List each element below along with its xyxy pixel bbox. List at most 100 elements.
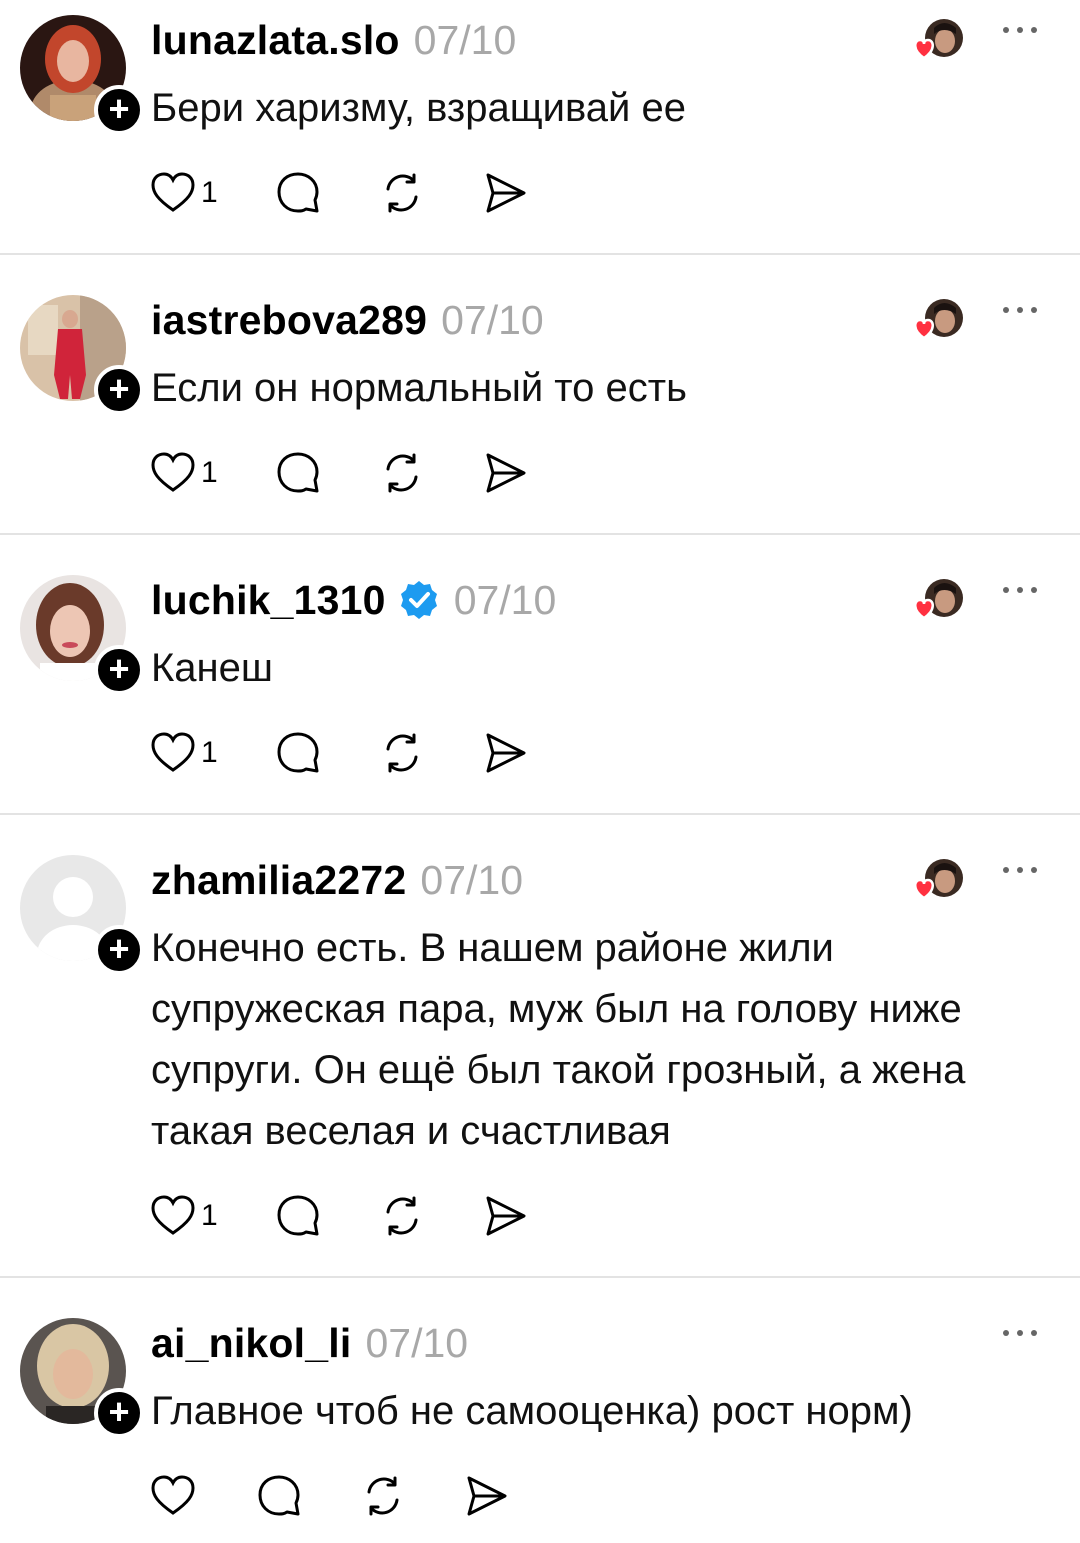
more-dots-icon[interactable] — [1000, 18, 1040, 42]
comment-post: + ai_nikol_li 07/10 Главное чтоб не само… — [0, 1303, 1080, 1543]
like-button[interactable]: 1 — [151, 731, 218, 775]
comment-post: + luchik_1310 07/10 Канеш 1 — [0, 560, 1080, 813]
comment-bubble-icon — [277, 172, 319, 213]
reply-button[interactable] — [276, 171, 320, 215]
send-icon — [486, 733, 526, 773]
more-dots-icon[interactable] — [1000, 298, 1040, 322]
avatar-container[interactable]: + — [20, 15, 144, 135]
more-dots-icon[interactable] — [1000, 858, 1040, 882]
share-button[interactable] — [484, 731, 528, 775]
username[interactable]: ai_nikol_li — [151, 1320, 351, 1367]
comment-bubble-icon — [258, 1475, 300, 1516]
timestamp: 07/10 — [420, 856, 523, 903]
follow-button[interactable]: + — [94, 645, 144, 695]
divider — [0, 813, 1080, 815]
comment-text: Конечно есть. В нашем районе жили супруж… — [151, 926, 966, 1153]
action-bar: 1 — [151, 451, 528, 495]
avatar-container[interactable]: + — [20, 1318, 144, 1438]
comment-bubble-icon — [277, 452, 319, 493]
send-icon — [467, 1476, 507, 1516]
follow-button[interactable]: + — [94, 925, 144, 975]
divider — [0, 533, 1080, 535]
send-icon — [486, 1196, 526, 1236]
action-bar: 1 — [151, 1194, 528, 1238]
comment-post: + zhamilia2272 07/10 Конечно есть. В наш… — [0, 840, 1080, 1276]
comments-feed: + lunazlata.slo 07/10 Бери харизму, взра… — [0, 0, 1080, 1543]
timestamp: 07/10 — [413, 16, 517, 63]
repost-button[interactable] — [361, 1474, 405, 1518]
comment-bubble-icon — [277, 1195, 319, 1236]
heart-icon — [151, 172, 195, 212]
send-icon — [486, 173, 526, 213]
follow-button[interactable]: + — [94, 365, 144, 415]
comment-header: zhamilia2272 07/10 — [151, 856, 523, 904]
share-button[interactable] — [465, 1474, 509, 1518]
repost-icon — [386, 1196, 418, 1236]
more-dots-icon[interactable] — [1000, 578, 1040, 602]
share-button[interactable] — [484, 171, 528, 215]
comment-text: Если он нормальный то есть — [151, 366, 687, 410]
comment-post: + lunazlata.slo 07/10 Бери харизму, взра… — [0, 0, 1080, 253]
username[interactable]: iastrebova289 — [151, 297, 427, 344]
share-button[interactable] — [484, 451, 528, 495]
verified-badge-icon — [398, 579, 440, 621]
like-button[interactable] — [151, 1474, 195, 1518]
like-button[interactable]: 1 — [151, 1194, 218, 1238]
username[interactable]: zhamilia2272 — [151, 857, 406, 904]
comment-text: Бери харизму, взращивай ее — [151, 86, 686, 130]
share-button[interactable] — [484, 1194, 528, 1238]
creator-liked-heart-icon — [910, 18, 966, 64]
repost-button[interactable] — [380, 1194, 424, 1238]
comment-header: iastrebova289 07/10 — [151, 296, 544, 344]
like-count: 1 — [201, 456, 218, 489]
timestamp: 07/10 — [441, 296, 544, 343]
action-bar: 1 — [151, 731, 528, 775]
follow-button[interactable]: + — [94, 85, 144, 135]
repost-button[interactable] — [380, 451, 424, 495]
creator-liked-heart-icon — [910, 858, 966, 904]
send-icon — [486, 453, 526, 493]
repost-button[interactable] — [380, 731, 424, 775]
heart-icon — [151, 1195, 195, 1235]
comment-header: ai_nikol_li 07/10 — [151, 1319, 468, 1367]
action-bar: 1 — [151, 171, 528, 215]
plus-icon: + — [108, 1390, 130, 1432]
avatar-container[interactable]: + — [20, 855, 144, 975]
like-button[interactable]: 1 — [151, 451, 218, 495]
timestamp: 07/10 — [365, 1319, 469, 1366]
follow-button[interactable]: + — [94, 1388, 144, 1438]
repost-icon — [386, 453, 418, 493]
comment-text: Главное чтоб не самооценка) рост норм) — [151, 1389, 913, 1433]
repost-icon — [386, 733, 418, 773]
like-count: 1 — [201, 1199, 218, 1232]
more-dots-icon[interactable] — [1000, 1321, 1040, 1345]
avatar-container[interactable]: + — [20, 295, 144, 415]
divider — [0, 253, 1080, 255]
reply-button[interactable] — [257, 1474, 301, 1518]
avatar-container[interactable]: + — [20, 575, 144, 695]
action-bar — [151, 1474, 509, 1518]
reply-button[interactable] — [276, 1194, 320, 1238]
creator-liked-heart-icon — [910, 298, 966, 344]
reply-button[interactable] — [276, 731, 320, 775]
creator-liked-heart-icon — [910, 578, 966, 624]
comment-post: + iastrebova289 07/10 Если он нормальный… — [0, 280, 1080, 533]
timestamp: 07/10 — [453, 576, 557, 623]
repost-button[interactable] — [380, 171, 424, 215]
plus-icon: + — [108, 927, 130, 969]
heart-icon — [151, 452, 195, 492]
comment-bubble-icon — [277, 732, 319, 773]
like-count: 1 — [201, 736, 218, 769]
repost-icon — [386, 173, 418, 213]
reply-button[interactable] — [276, 451, 320, 495]
username[interactable]: luchik_1310 — [151, 577, 386, 624]
plus-icon: + — [108, 647, 130, 689]
username[interactable]: lunazlata.slo — [151, 17, 400, 64]
comment-header: lunazlata.slo 07/10 — [151, 16, 516, 64]
divider — [0, 1276, 1080, 1278]
comment-header: luchik_1310 07/10 — [151, 576, 556, 624]
repost-icon — [367, 1476, 399, 1516]
plus-icon: + — [108, 367, 130, 409]
plus-icon: + — [108, 87, 130, 129]
like-button[interactable]: 1 — [151, 171, 218, 215]
